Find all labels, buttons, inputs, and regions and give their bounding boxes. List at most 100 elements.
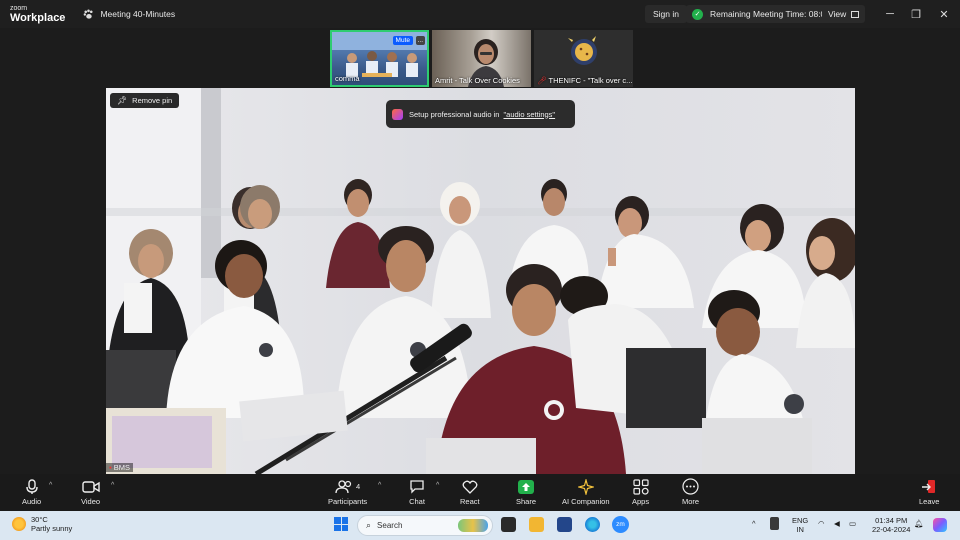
weather-condition: Partly sunny [31,524,73,533]
clock-time: 01:34 PM [875,516,908,525]
audio-settings-link[interactable]: "audio settings" [503,110,555,119]
paw-icon [84,9,93,19]
language-line2: IN [796,525,804,535]
participants-count: 4 [356,482,361,491]
partly-sunny-icon [12,517,26,531]
participant-name-badge: ▪︎ BMS [106,463,134,472]
apps-label: Apps [632,497,650,506]
sparkle-icon [577,478,594,495]
leave-label: Leave [919,497,940,506]
search-icon: ⌕ [366,520,372,530]
audio-tip-text: Setup professional audio in [409,109,500,119]
ai-companion-button[interactable]: AI Companion [562,478,610,506]
wifi-icon[interactable]: ◠ [818,519,825,528]
language-line1: ENG [792,516,809,525]
remove-pin-button[interactable]: 📌︎ Remove pin [110,93,180,108]
muted-mic-icon: 🎤︎ [537,76,549,85]
participant-thumbnail-strip: Mute ... comma Amrit - Talk Over Cookies… [330,30,633,87]
windows-start-icon[interactable] [334,517,348,531]
view-label: View [828,9,847,19]
audio-options-chevron-icon[interactable]: ^ [49,482,52,489]
notification-bell-icon[interactable]: 🔔︎ [914,519,924,528]
copilot-icon[interactable] [933,518,947,532]
language-indicator[interactable]: ENG IN [792,516,808,535]
audio-app-icon [392,108,403,120]
participants-button[interactable]: 4 Participants [328,478,367,506]
more-label: More [682,497,700,506]
chat-label: Chat [409,497,425,506]
thumbnail-name-text: THENIFC - "Talk over c... [548,76,633,85]
taskbar-search-box[interactable]: ⌕ Search [357,515,493,536]
meeting-toolbar: Audio ^ Video ^ 4 Participants ^ Chat ^ [0,474,960,511]
classroom-video-image [106,88,855,474]
video-button[interactable]: Video [81,478,100,506]
thumbnail-comma[interactable]: Mute ... comma [330,30,429,87]
thumbnail-amrit[interactable]: Amrit - Talk Over Cookies [432,30,531,87]
apps-button[interactable]: Apps [632,478,649,506]
remove-pin-label: Remove pin [132,96,173,105]
audio-button[interactable]: Audio [22,478,41,506]
task-view-icon[interactable] [501,517,516,532]
edge-browser-icon[interactable] [585,517,600,532]
title-bar: zoom Workplace Meeting 40-Minutes Sign i… [0,0,960,28]
search-highlight-icon [458,519,488,532]
chat-icon [409,478,425,495]
brand-line1: zoom [10,4,28,12]
participants-label: Participants [328,497,368,506]
pin-icon: 📌︎ [117,96,128,105]
muted-mic-icon: ▪︎ [109,463,112,472]
tray-overflow-chevron-icon[interactable]: ^ [752,519,756,528]
ai-companion-label: AI Companion [562,497,610,506]
thumbnail-name: 🎤︎ THENIFC - "Talk over c... [537,76,632,85]
leave-button[interactable]: Leave [919,478,939,506]
clock[interactable]: 01:34 PM 22-04-2024 [872,516,910,535]
participant-name: BMS [113,463,131,472]
file-explorer-icon[interactable] [529,517,544,532]
weather-temperature: 30°C [31,515,48,524]
share-screen-icon [518,478,534,495]
battery-icon[interactable]: ▭ [849,519,856,528]
meeting-title-label: Meeting 40-Minutes [100,9,176,19]
minimize-icon[interactable]: ─ [880,4,900,24]
mute-button[interactable]: Mute [392,36,413,45]
search-placeholder: Search [377,521,403,530]
shield-check-icon: ✓ [692,8,703,20]
react-label: React [460,497,480,506]
remaining-time-label: Remaining Meeting Time: 08:01 [710,9,831,19]
chat-button[interactable]: Chat [409,478,425,506]
usb-device-icon[interactable] [770,517,779,530]
main-video [106,88,855,474]
zoom-window: zoom Workplace Meeting 40-Minutes Sign i… [0,0,960,540]
view-button[interactable]: View [822,5,866,23]
thumbnail-name: comma [335,74,360,83]
more-dots-icon [682,478,699,495]
microphone-icon [25,478,39,495]
zoom-app-icon[interactable]: zm [612,516,629,533]
more-button[interactable]: More [682,478,699,506]
brand-line2: Workplace [10,11,66,24]
chat-options-chevron-icon[interactable]: ^ [436,482,439,489]
video-camera-icon [81,478,100,495]
audio-settings-tip: Setup professional audio in "audio setti… [386,100,575,128]
thumbnail-thenifc[interactable]: 🎤︎ THENIFC - "Talk over c... [534,30,633,87]
share-label: Share [516,497,537,506]
remaining-time-badge: ✓ Remaining Meeting Time: 08:01 [686,5,837,23]
windows-taskbar: 30°C Partly sunny ⌕ Search zm ^ ENG IN ◠… [0,511,960,540]
weather-widget[interactable]: 30°C Partly sunny [12,515,72,533]
video-options-chevron-icon[interactable]: ^ [111,482,114,489]
thumbnail-more-button[interactable]: ... [415,36,425,45]
sign-in-button[interactable]: Sign in [645,5,687,23]
meeting-title[interactable]: Meeting 40-Minutes [83,9,175,20]
participants-icon: 4 [335,478,360,495]
store-app-icon[interactable] [557,517,572,532]
close-icon[interactable]: ✕ [934,4,954,24]
apps-icon [632,478,649,495]
participants-options-chevron-icon[interactable]: ^ [378,482,381,489]
restore-icon[interactable]: ❐ [906,4,926,24]
zoom-logo: zoom Workplace [10,5,65,24]
share-button[interactable]: Share [516,478,536,506]
audio-label: Audio [22,497,42,506]
leave-door-icon [921,478,937,495]
speaker-icon[interactable]: ◀︎ [834,519,840,528]
react-button[interactable]: React [460,478,480,506]
